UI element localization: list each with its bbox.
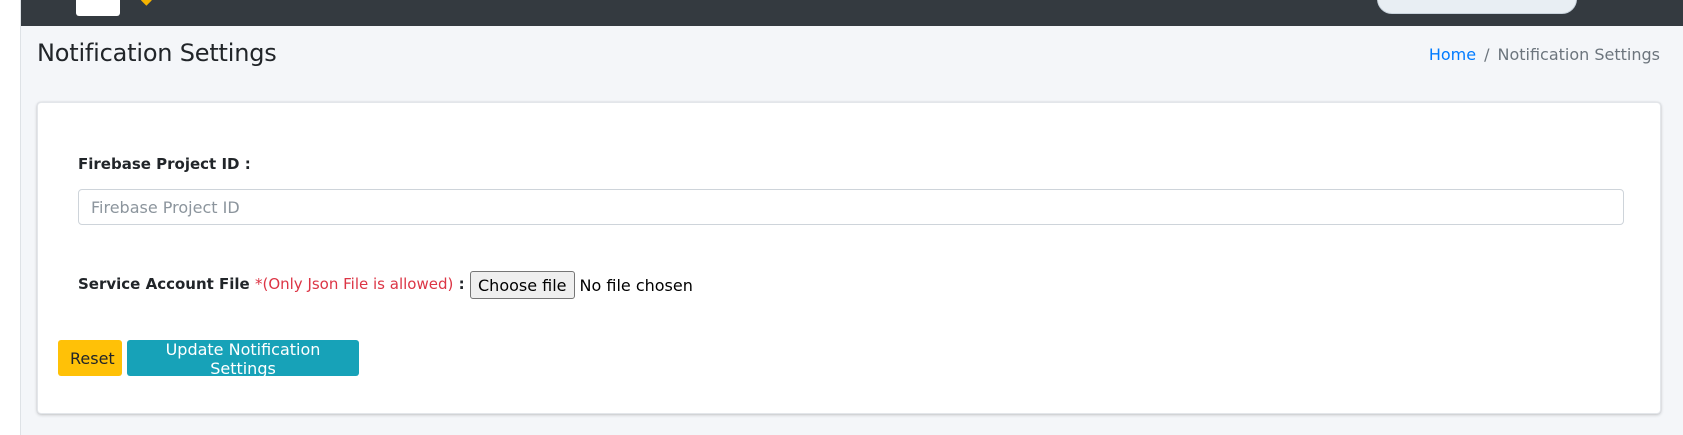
- page-title: Notification Settings: [37, 39, 277, 67]
- breadcrumb-current: Notification Settings: [1497, 45, 1660, 64]
- service-file-input[interactable]: Choose file No file chosen: [470, 271, 693, 299]
- breadcrumb-separator: /: [1484, 45, 1490, 64]
- top-navbar: ◆: [21, 0, 1683, 26]
- brand-logo-icon[interactable]: [76, 0, 120, 16]
- service-file-label: Service Account File *(Only Json File is…: [78, 275, 465, 293]
- service-file-label-colon: :: [458, 275, 465, 293]
- choose-file-button[interactable]: Choose file: [470, 271, 575, 299]
- brand-mark-icon: ◆: [141, 0, 152, 8]
- settings-card: Firebase Project ID : Service Account Fi…: [37, 102, 1661, 414]
- update-notification-settings-button[interactable]: Update Notification Settings: [127, 340, 359, 378]
- user-menu-button[interactable]: [1377, 0, 1577, 14]
- main-content: Notification Settings Home / Notification …: [21, 26, 1683, 435]
- reset-button[interactable]: Reset: [58, 340, 122, 376]
- breadcrumb-home-link[interactable]: Home: [1429, 45, 1476, 64]
- sidebar-edge: [0, 0, 21, 435]
- project-id-input[interactable]: [78, 189, 1624, 225]
- required-note: *(Only Json File is allowed): [254, 275, 454, 293]
- project-id-label: Firebase Project ID :: [78, 155, 251, 173]
- file-status-text: No file chosen: [579, 275, 693, 295]
- service-file-label-text: Service Account File: [78, 275, 250, 293]
- breadcrumb: Home / Notification Settings: [1429, 45, 1660, 64]
